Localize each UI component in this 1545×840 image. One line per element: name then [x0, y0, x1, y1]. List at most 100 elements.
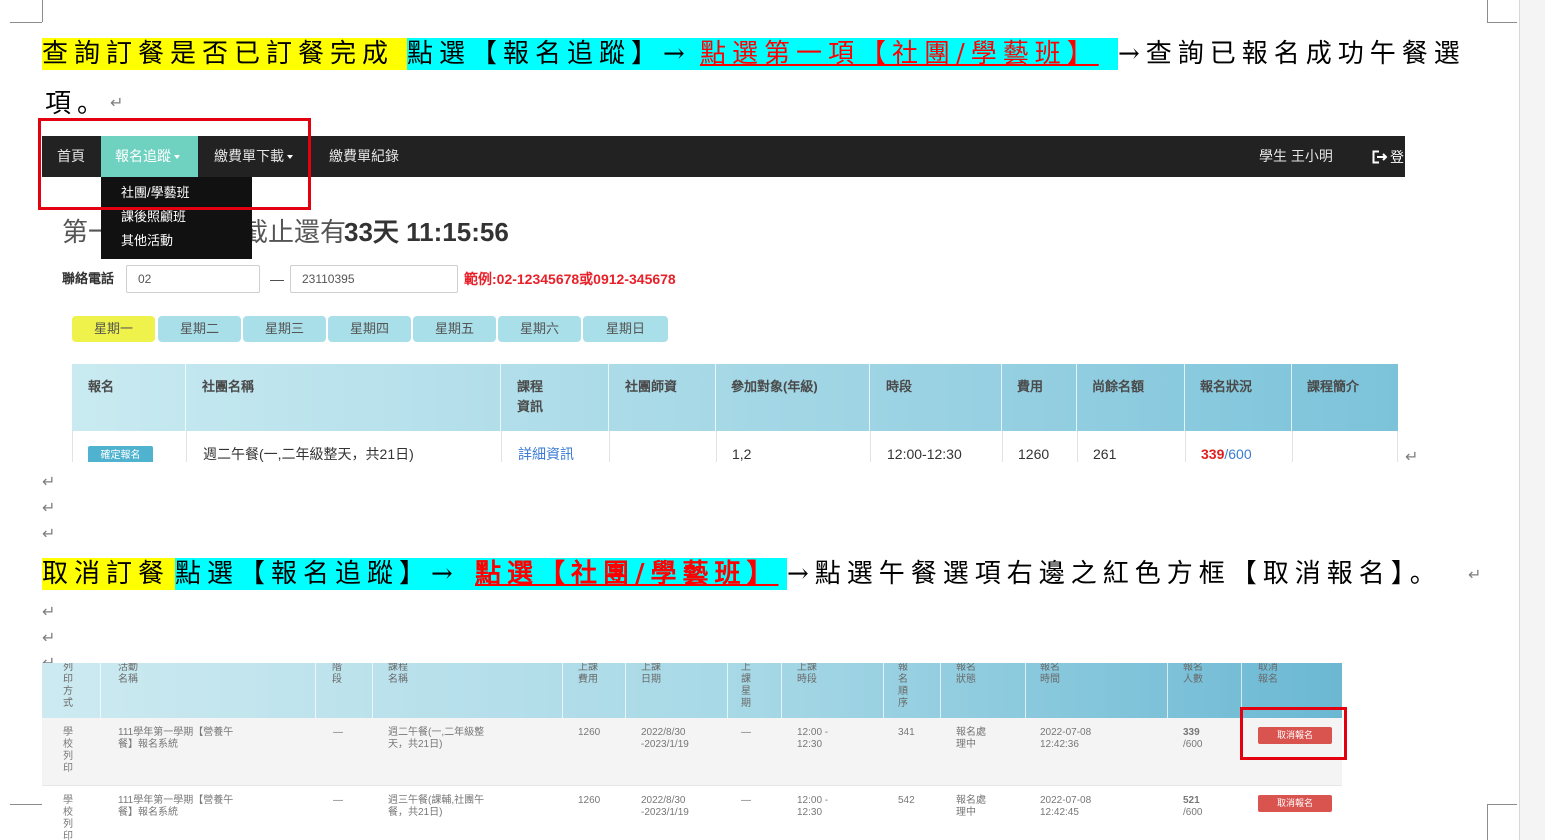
signup-time: 2022-07-08 12:42:36: [1040, 727, 1091, 751]
club-name: 週二午餐(一,二年級整天，共21日): [203, 444, 414, 462]
phone-separator: —: [270, 269, 284, 289]
header-remaining: 尚餘名額: [1092, 377, 1144, 397]
header-activity-name: 活動 名稱: [118, 663, 138, 686]
column-divider: [501, 431, 502, 462]
signup-time: 2022-07-08 12:42:45: [1040, 795, 1091, 819]
crop-mark-top-right: [1487, 22, 1517, 23]
signup-order: 542: [898, 795, 915, 807]
tab-friday[interactable]: 星期五: [413, 316, 496, 342]
nav-logout[interactable]: 登: [1372, 136, 1404, 177]
header-club-name: 社團名稱: [202, 377, 254, 397]
column-divider: [1292, 431, 1293, 462]
column-divider: [869, 364, 870, 431]
instruction-query-cyan-text: 點選【報名追蹤】→: [407, 38, 700, 70]
crop-mark-top-left: [42, 0, 43, 22]
column-divider: [716, 431, 717, 462]
print-method: 學 校 列 印: [63, 727, 73, 775]
column-divider: [562, 663, 563, 718]
tab-sunday[interactable]: 星期日: [583, 316, 668, 342]
instruction-query-yellow-text: 查詢訂餐是否已訂餐完成: [42, 38, 407, 70]
course-time: 12:00 - 12:30: [797, 795, 828, 819]
instruction-query-plain-text: →查詢已報名成功午餐選: [1118, 38, 1490, 70]
capacity-count: /600: [1183, 739, 1202, 751]
logout-icon: [1372, 150, 1388, 164]
stage-value: —: [333, 795, 343, 807]
column-divider: [625, 663, 626, 718]
header-course-name: 課程 名稱: [388, 663, 408, 686]
club-table-header: 報名 社團名稱 課程 資訊 社團師資 參加對象(年級) 時段 費用 尚餘名額 報…: [72, 364, 1398, 431]
screenshot-signup-records-table[interactable]: 列 印 方 式 活動 名稱 階 段 課程 名稱 上課 費用 上課 日期 上 課 …: [42, 663, 1342, 840]
course-dates: 2022/8/30 -2023/1/19: [641, 727, 689, 751]
course-dates: 2022/8/30 -2023/1/19: [641, 795, 689, 819]
column-divider: [715, 364, 716, 431]
details-link[interactable]: 詳細資訊: [518, 444, 574, 462]
column-divider: [1077, 431, 1078, 462]
tab-monday[interactable]: 星期一: [72, 316, 155, 342]
crop-mark-top-right: [1487, 0, 1488, 22]
instruction-cancel-yellow-text: 取消訂餐: [42, 558, 175, 590]
nav-bill-records[interactable]: 繳費單紀錄: [329, 136, 399, 177]
paragraph-mark: ↵: [1468, 566, 1481, 584]
header-course-dates: 上課 日期: [641, 663, 661, 686]
column-divider: [727, 663, 728, 718]
tab-thursday[interactable]: 星期四: [328, 316, 411, 342]
print-method: 學 校 列 印: [63, 795, 73, 840]
course-weekday: —: [741, 727, 751, 739]
grades-value: 1,2: [732, 444, 751, 462]
column-divider: [315, 663, 316, 718]
instruction-query-red-text: 點選第一項【社團/學藝班】: [700, 38, 1118, 70]
tab-saturday[interactable]: 星期六: [498, 316, 581, 342]
paragraph-mark: ↵: [110, 94, 123, 112]
dropdown-item-other-activities[interactable]: 其他活動: [101, 229, 252, 253]
signup-status-value: 339/600: [1201, 444, 1252, 462]
header-fee: 費用: [1017, 377, 1043, 397]
column-divider: [1025, 663, 1026, 718]
header-stage: 階 段: [332, 663, 342, 686]
confirm-signup-button[interactable]: 確定報名: [88, 446, 153, 462]
logout-label: 登: [1390, 147, 1404, 167]
table-row: 學 校 列 印 111學年第一學期【營養午 餐】報名系統 — 週二午餐(一,二年…: [42, 718, 1342, 786]
course-name: 週三午餐(課輔,社團午 餐，共21日): [388, 795, 484, 819]
instruction-cancel-cyan-text: 點選【報名追蹤】→: [175, 558, 475, 590]
header-cancel-signup: 取消 報名: [1258, 663, 1278, 686]
tab-tuesday[interactable]: 星期二: [158, 316, 241, 342]
column-divider: [186, 431, 187, 462]
column-divider: [609, 431, 610, 462]
paragraph-mark: ↵: [42, 525, 55, 543]
crop-mark-top-left: [10, 22, 42, 23]
column-divider: [372, 663, 373, 718]
countdown-heading-mid: 截止還有: [242, 217, 346, 247]
phone-area-code-input[interactable]: 02: [126, 265, 260, 293]
instruction-cancel-plain-text: →點選午餐選項右邊之紅色方框【取消報名】。: [787, 558, 1467, 590]
annotation-box-cancel-button: [1240, 707, 1347, 760]
tab-wednesday[interactable]: 星期三: [243, 316, 326, 342]
table-row: 確定報名 週二午餐(一,二年級整天，共21日) 詳細資訊 1,2 12:00-1…: [72, 431, 1398, 462]
header-signup-time: 報名 時間: [1040, 663, 1060, 686]
enrolled-count: 339: [1201, 446, 1224, 462]
crop-mark-bottom-right: [1487, 804, 1488, 840]
page-right-gutter: [1519, 0, 1545, 840]
phone-number-input[interactable]: 23110395: [290, 265, 458, 293]
crop-mark-bottom-right: [1487, 804, 1517, 805]
phone-example-hint: 範例:02-12345678或0912-345678: [464, 270, 676, 288]
activity-name: 111學年第一學期【營養午 餐】報名系統: [118, 727, 233, 751]
paragraph-mark: ↵: [1405, 448, 1418, 466]
column-divider: [940, 663, 941, 718]
activity-name: 111學年第一學期【營養午 餐】報名系統: [118, 795, 233, 819]
crop-mark-bottom-left: [10, 804, 42, 805]
cancel-signup-button[interactable]: 取消報名: [1258, 795, 1332, 812]
column-divider: [1185, 431, 1186, 462]
records-table-header: 列 印 方 式 活動 名稱 階 段 課程 名稱 上課 費用 上課 日期 上 課 …: [42, 663, 1342, 718]
capacity-count: /600: [1224, 446, 1251, 462]
header-time: 時段: [886, 377, 912, 397]
instruction-query-continuation: 項。: [45, 88, 111, 120]
column-divider: [608, 364, 609, 431]
nav-user-name: 學生 王小明: [1259, 136, 1333, 177]
header-course-fee: 上課 費用: [578, 663, 598, 686]
column-divider: [1002, 431, 1003, 462]
paragraph-mark: ↵: [42, 473, 55, 491]
column-divider: [1001, 364, 1002, 431]
instruction-cancel-red-text: 點選【社團/學藝班】: [475, 558, 787, 590]
enrolled-count: 339: [1183, 727, 1200, 739]
remaining-value: 261: [1093, 444, 1116, 462]
